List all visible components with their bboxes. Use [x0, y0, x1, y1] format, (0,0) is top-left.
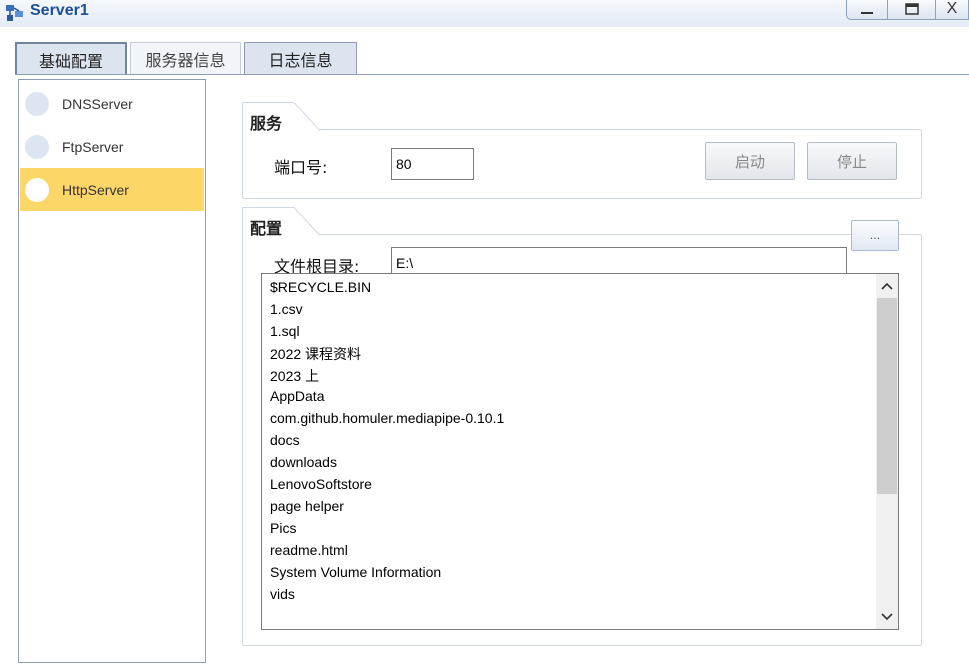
list-item[interactable]: System Volume Information	[270, 564, 441, 580]
minimize-icon	[861, 11, 873, 14]
browse-button[interactable]: ...	[851, 220, 899, 251]
tab-server-info[interactable]: 服务器信息	[130, 42, 241, 75]
scroll-up-button[interactable]	[876, 275, 898, 297]
server-label: DNSServer	[62, 95, 133, 112]
close-button[interactable]: X	[936, 0, 969, 20]
tab-label: 基础配置	[38, 51, 103, 71]
chevron-down-icon	[881, 613, 893, 621]
server-item-ftp[interactable]: FtpServer	[20, 125, 204, 168]
list-item[interactable]: LenovoSoftstore	[270, 476, 372, 492]
server-list: DNSServer FtpServer HttpServer	[18, 79, 206, 663]
tab-basic-config[interactable]: 基础配置	[15, 42, 127, 75]
tab-log-info[interactable]: 日志信息	[244, 42, 357, 75]
chevron-up-icon	[881, 282, 893, 290]
start-button[interactable]: 启动	[705, 142, 795, 180]
file-listbox[interactable]: $RECYCLE.BIN 1.csv 1.sql 2022 课程资料 2023 …	[261, 273, 899, 630]
server-bullet-icon	[25, 177, 49, 202]
server-item-dns[interactable]: DNSServer	[20, 82, 204, 125]
list-item[interactable]: 1.sql	[270, 323, 300, 339]
scroll-thumb[interactable]	[877, 298, 897, 494]
port-label: 端口号:	[274, 158, 328, 177]
vertical-scrollbar[interactable]	[876, 274, 898, 629]
list-item[interactable]: 1.csv	[270, 301, 303, 317]
list-item[interactable]: downloads	[270, 454, 337, 470]
list-item[interactable]: Pics	[270, 520, 296, 536]
window-title: Server1	[30, 2, 89, 19]
title-bar: Server1 X	[0, 0, 969, 27]
list-item[interactable]: 2022 课程资料	[270, 344, 361, 364]
server-label: FtpServer	[62, 138, 124, 155]
server-bullet-icon	[25, 91, 49, 116]
list-item[interactable]: readme.html	[270, 542, 348, 558]
list-item[interactable]: docs	[270, 432, 300, 448]
stop-button[interactable]: 停止	[807, 142, 897, 180]
list-item[interactable]: com.github.homuler.mediapipe-0.10.1	[270, 410, 504, 426]
tab-label: 日志信息	[268, 51, 333, 70]
tab-divider	[15, 74, 969, 75]
server-label: HttpServer	[62, 181, 129, 198]
close-icon: X	[946, 0, 958, 17]
port-input[interactable]: 80	[391, 148, 474, 180]
list-item[interactable]: 2023 上	[270, 366, 319, 386]
list-item[interactable]: page helper	[270, 498, 344, 514]
list-item[interactable]: $RECYCLE.BIN	[270, 279, 371, 295]
tab-label: 服务器信息	[145, 51, 226, 70]
minimize-button[interactable]	[846, 0, 888, 20]
server-bullet-icon	[25, 134, 49, 159]
maximize-icon	[904, 2, 919, 15]
maximize-button[interactable]	[888, 0, 936, 20]
server-app-icon	[6, 5, 23, 21]
list-item[interactable]: AppData	[270, 388, 324, 404]
service-group-title: 服务	[250, 113, 283, 133]
scroll-down-button[interactable]	[876, 606, 898, 628]
list-item[interactable]: vids	[270, 586, 295, 602]
server-item-http[interactable]: HttpServer	[20, 168, 204, 211]
config-group-title: 配置	[250, 218, 283, 238]
